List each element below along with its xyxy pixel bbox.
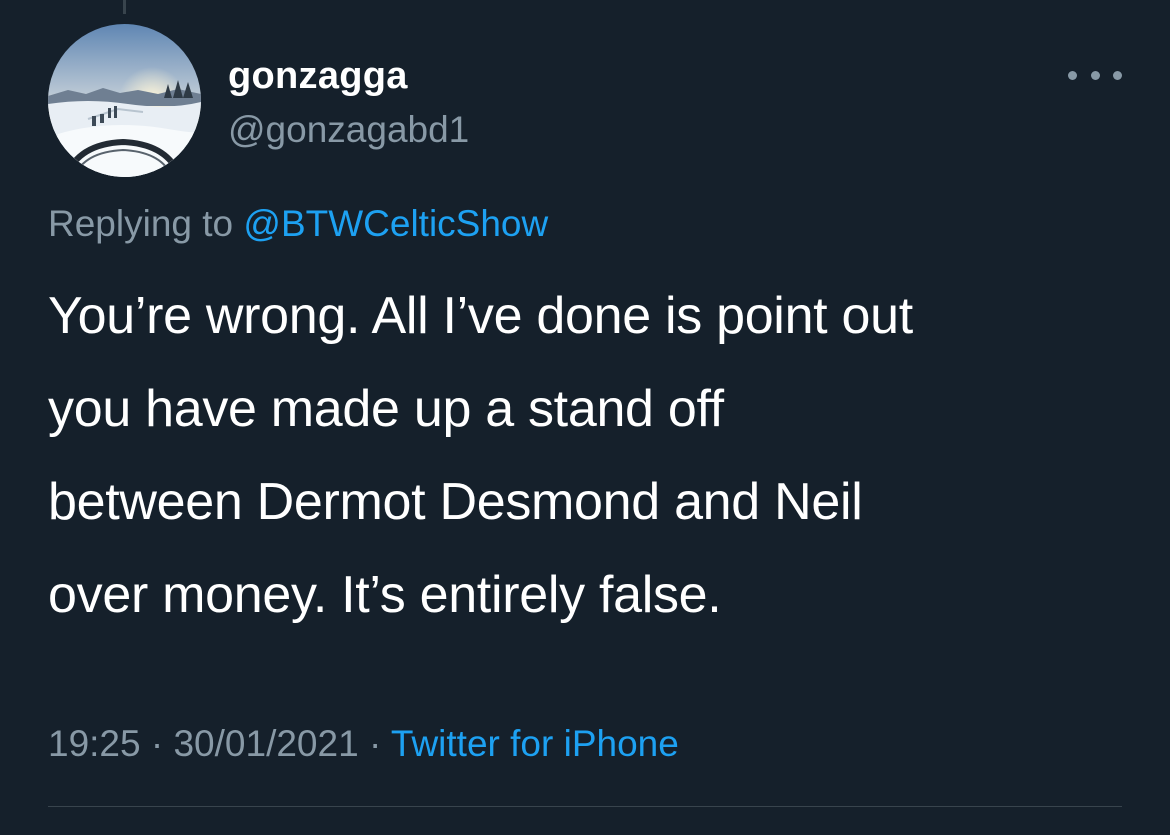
divider: [48, 806, 1122, 807]
replying-to-mention-link[interactable]: @BTWCelticShow: [243, 203, 548, 244]
snowy-landscape-avatar-icon: [48, 24, 201, 177]
tweet-text-line: over money. It’s entirely false.: [48, 566, 722, 624]
meta-separator: ·: [150, 723, 164, 764]
avatar[interactable]: [48, 24, 201, 177]
replying-to-label: Replying to: [48, 203, 234, 244]
more-options-icon-dot: [1090, 70, 1100, 80]
tweet-date[interactable]: 30/01/2021: [173, 723, 358, 764]
thread-connector-line: [123, 0, 126, 14]
tweet-text-line: you have made up a stand off: [48, 380, 724, 438]
meta-separator: ·: [368, 723, 382, 764]
more-options-icon: [1068, 70, 1077, 80]
tweet-time[interactable]: 19:25: [48, 723, 141, 764]
replying-to-line: Replying to @BTWCelticShow: [48, 198, 548, 250]
tweet-text-line: You’re wrong. All I’ve done is point out: [48, 287, 913, 345]
more-options-icon-dot: [1113, 70, 1122, 80]
tweet-source-link[interactable]: Twitter for iPhone: [391, 723, 679, 764]
author-handle[interactable]: @gonzagabd1: [228, 106, 469, 154]
more-options-button[interactable]: [1068, 60, 1122, 90]
tweet-metadata: 19:25 · 30/01/2021 · Twitter for iPhone: [48, 716, 679, 772]
tweet-text-line: between Dermot Desmond and Neil: [48, 473, 863, 531]
author-display-name[interactable]: gonzagga: [228, 52, 408, 100]
tweet-text: You’re wrong. All I’ve done is point out…: [48, 270, 1138, 642]
